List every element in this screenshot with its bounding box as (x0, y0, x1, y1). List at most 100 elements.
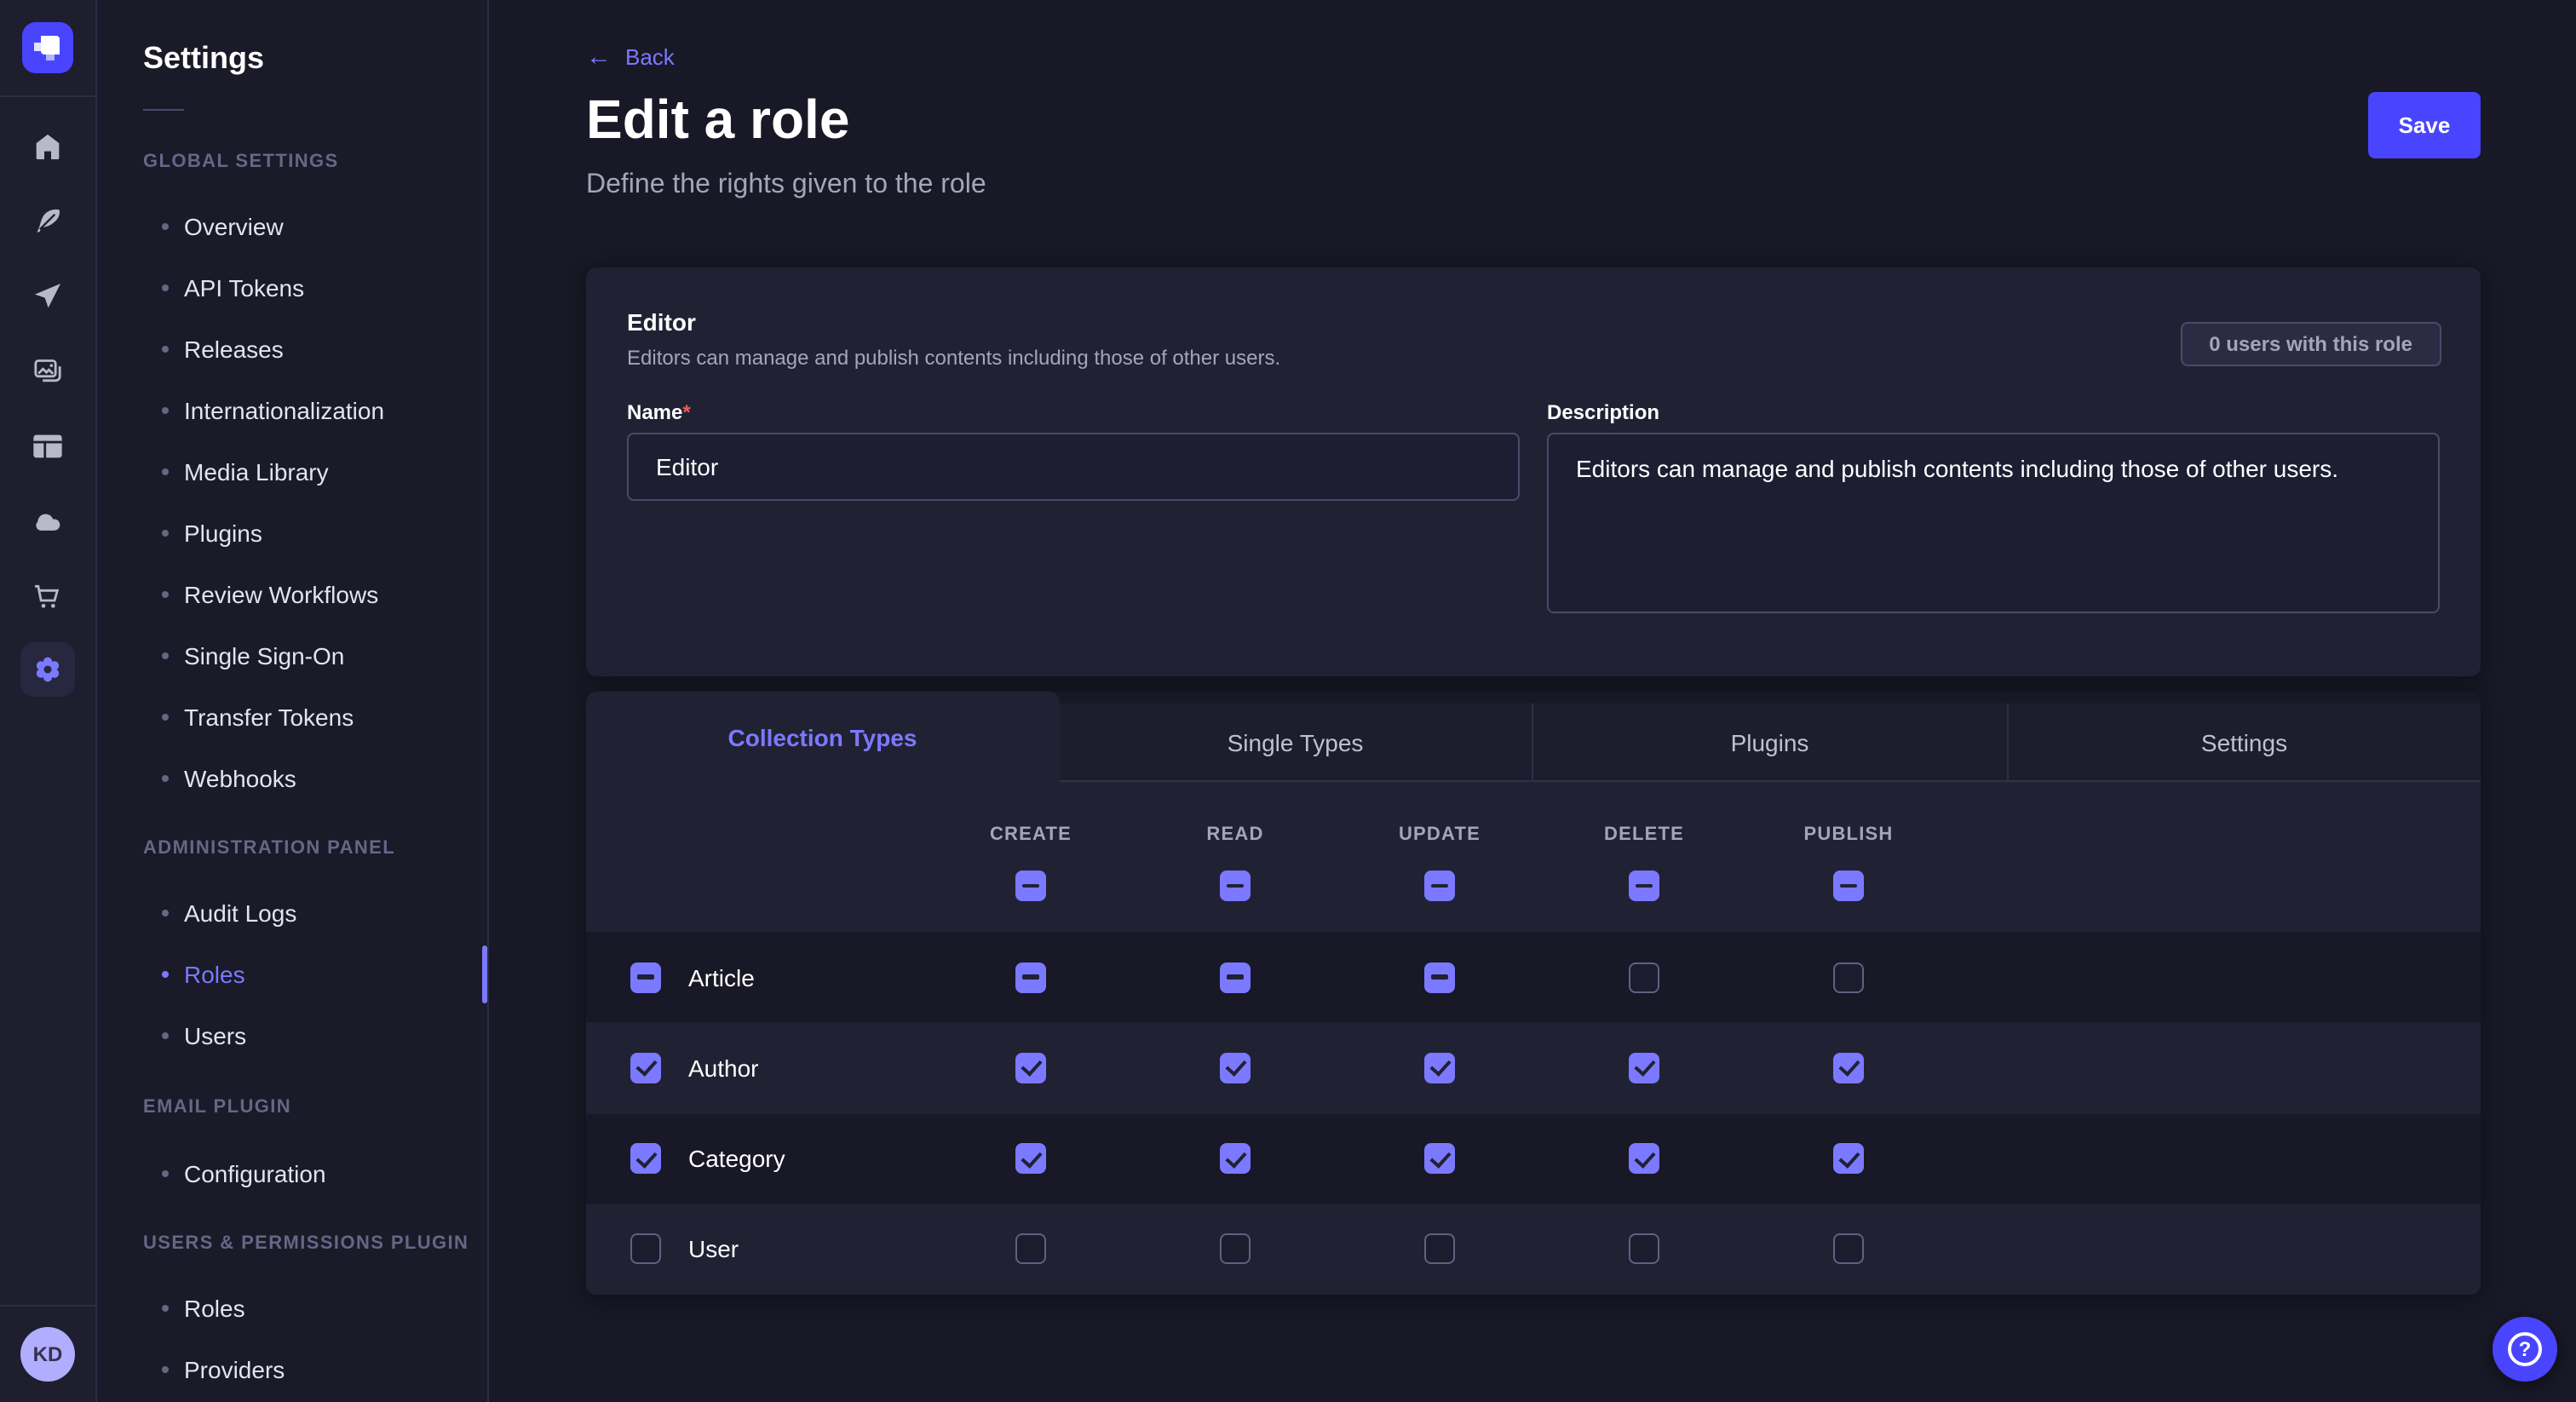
sidebar-item-media-library[interactable]: Media Library (162, 457, 329, 487)
bullet-icon (162, 468, 169, 475)
back-link[interactable]: ← Back (586, 44, 675, 70)
article-delete-checkbox[interactable] (1629, 962, 1659, 992)
category-update-checkbox[interactable] (1424, 1143, 1455, 1174)
article-publish-checkbox[interactable] (1833, 962, 1864, 992)
select-all-delete-checkbox[interactable] (1629, 871, 1659, 901)
sidebar-item-review-workflows[interactable]: Review Workflows (162, 579, 378, 610)
content-type-builder-feather-icon[interactable] (31, 204, 65, 238)
sidebar-item-api-tokens[interactable]: API Tokens (162, 273, 304, 303)
sidebar-item-transfer-tokens[interactable]: Transfer Tokens (162, 702, 354, 733)
column-header-label: PUBLISH (1746, 825, 1951, 845)
bullet-icon (162, 1032, 169, 1039)
user-update-checkbox[interactable] (1424, 1234, 1455, 1265)
main-nav-rail: KD (0, 0, 97, 1402)
sidebar-item-roles[interactable]: Roles (162, 959, 245, 990)
sidebar-item-overview[interactable]: Overview (162, 211, 284, 242)
save-button[interactable]: Save (2368, 92, 2481, 158)
home-icon[interactable] (31, 129, 65, 164)
sidebar-item-label: Audit Logs (184, 899, 296, 927)
author-publish-checkbox[interactable] (1833, 1053, 1864, 1083)
bullet-icon (162, 775, 169, 782)
author-delete-checkbox[interactable] (1629, 1053, 1659, 1083)
active-item-indicator (482, 945, 487, 1003)
permissions-tabs: Collection TypesSingle TypesPluginsSetti… (586, 692, 2481, 782)
select-all-publish-checkbox[interactable] (1833, 871, 1864, 901)
sidebar-item-webhooks[interactable]: Webhooks (162, 763, 296, 794)
cell-author-update (1337, 1053, 1542, 1083)
tab-collection-types[interactable]: Collection Types (586, 692, 1059, 782)
sidebar-item-label: Configuration (184, 1160, 326, 1187)
column-header-publish: PUBLISH (1746, 782, 1951, 932)
cell-article-update (1337, 962, 1542, 992)
cell-user-read (1133, 1234, 1337, 1265)
sidebar-item-configuration[interactable]: Configuration (162, 1158, 326, 1189)
sidebar-item-label: Webhooks (184, 765, 296, 792)
role-name-heading: Editor (627, 308, 696, 336)
row-select-checkbox-category[interactable] (630, 1143, 661, 1174)
strapi-logo-icon[interactable] (22, 22, 73, 73)
user-read-checkbox[interactable] (1220, 1234, 1251, 1265)
cell-author-delete (1542, 1053, 1746, 1083)
author-read-checkbox[interactable] (1220, 1053, 1251, 1083)
sidebar-item-audit-logs[interactable]: Audit Logs (162, 898, 296, 928)
author-create-checkbox[interactable] (1015, 1053, 1046, 1083)
users-with-role-badge[interactable]: 0 users with this role (2180, 322, 2441, 366)
role-description-text: Editors can manage and publish contents … (627, 346, 1280, 370)
bullet-icon (162, 652, 169, 659)
page-title: Edit a role (586, 89, 849, 152)
name-input[interactable] (627, 433, 1520, 501)
sidebar-item-users[interactable]: Users (162, 1020, 246, 1051)
row-select-checkbox-article[interactable] (630, 962, 661, 992)
category-read-checkbox[interactable] (1220, 1143, 1251, 1174)
sidebar-item-plugins[interactable]: Plugins (162, 518, 262, 549)
select-all-read-checkbox[interactable] (1220, 871, 1251, 901)
category-create-checkbox[interactable] (1015, 1143, 1046, 1174)
article-read-checkbox[interactable] (1220, 962, 1251, 992)
row-label-cell: Article (586, 962, 929, 992)
column-header-read: READ (1133, 782, 1337, 932)
tab-settings[interactable]: Settings (2006, 704, 2481, 782)
content-type-label: Article (688, 963, 755, 991)
user-delete-checkbox[interactable] (1629, 1234, 1659, 1265)
media-library-images-icon[interactable] (31, 354, 65, 388)
select-all-create-checkbox[interactable] (1015, 871, 1046, 901)
sidebar-item-providers[interactable]: Providers (162, 1354, 285, 1385)
cell-user-update (1337, 1234, 1542, 1265)
column-header-delete: DELETE (1542, 782, 1746, 932)
column-header-update: UPDATE (1337, 782, 1542, 932)
select-all-update-checkbox[interactable] (1424, 871, 1455, 901)
sidebar-item-single-sign-on[interactable]: Single Sign-On (162, 641, 344, 671)
column-header-label: UPDATE (1337, 825, 1542, 845)
cloud-icon[interactable] (31, 504, 65, 538)
user-publish-checkbox[interactable] (1833, 1234, 1864, 1265)
nav-section-header-global-settings: GLOBAL SETTINGS (143, 152, 339, 172)
bullet-icon (162, 284, 169, 291)
bullet-icon (162, 714, 169, 721)
tab-plugins[interactable]: Plugins (1532, 704, 2006, 782)
author-update-checkbox[interactable] (1424, 1053, 1455, 1083)
required-asterisk: * (682, 400, 690, 424)
cell-category-delete (1542, 1143, 1746, 1174)
user-create-checkbox[interactable] (1015, 1234, 1046, 1265)
marketplace-cart-icon[interactable] (31, 579, 65, 613)
content-manager-layout-icon[interactable] (31, 429, 65, 463)
category-delete-checkbox[interactable] (1629, 1143, 1659, 1174)
tab-single-types[interactable]: Single Types (1059, 704, 1532, 782)
help-button[interactable]: ? (2493, 1317, 2557, 1382)
sidebar-item-releases[interactable]: Releases (162, 334, 284, 365)
row-select-checkbox-user[interactable] (630, 1234, 661, 1265)
row-select-checkbox-author[interactable] (630, 1053, 661, 1083)
article-update-checkbox[interactable] (1424, 962, 1455, 992)
deploy-send-icon[interactable] (31, 279, 65, 313)
arrow-left-icon: ← (586, 44, 612, 70)
sidebar-item-label: Review Workflows (184, 581, 378, 608)
settings-gear-icon[interactable] (31, 652, 65, 687)
article-create-checkbox[interactable] (1015, 962, 1046, 992)
sidebar-item-roles[interactable]: Roles (162, 1293, 245, 1324)
user-avatar[interactable]: KD (20, 1327, 75, 1382)
description-textarea[interactable]: Editors can manage and publish contents … (1547, 433, 2440, 613)
sidebar-item-internationalization[interactable]: Internationalization (162, 395, 384, 426)
content-type-label: Author (688, 1054, 759, 1082)
permission-row-user: User (586, 1204, 2481, 1296)
category-publish-checkbox[interactable] (1833, 1143, 1864, 1174)
